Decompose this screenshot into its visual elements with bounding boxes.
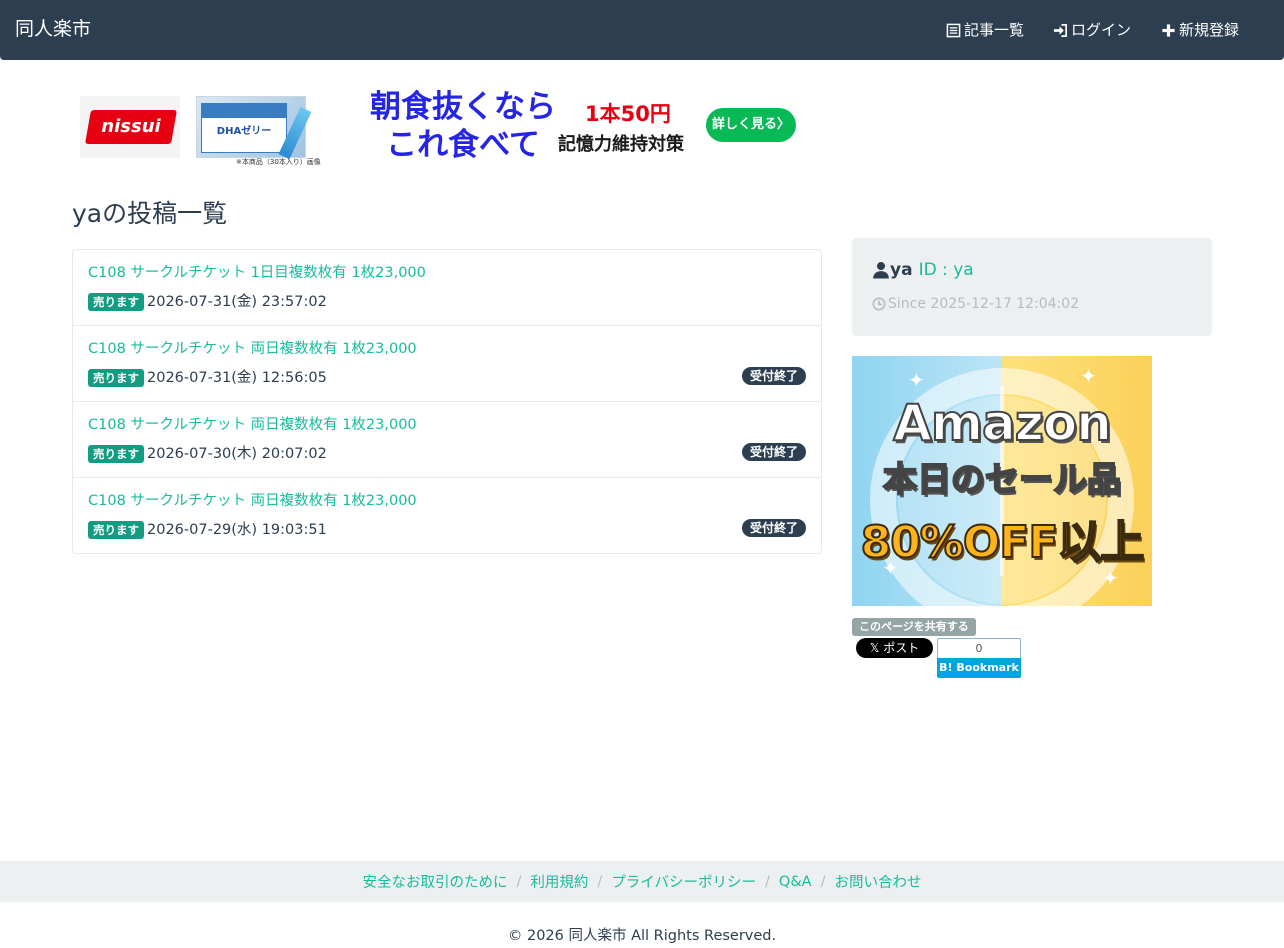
post-date: 2026-07-30(木) 20:07:02 xyxy=(147,446,327,462)
list-item: C108 サークルチケット 両日複数枚有 1枚23,000 売ります 2026-… xyxy=(73,402,821,478)
product-name: DHAゼリー xyxy=(216,126,272,137)
nav-register-label: 新規登録 xyxy=(1179,21,1240,39)
post-list: C108 サークルチケット 1日目複数枚有 1枚23,000 売ります 2026… xyxy=(72,249,822,554)
post-title-link[interactable]: C108 サークルチケット 両日複数枚有 1枚23,000 xyxy=(88,340,417,358)
footer-separator: / xyxy=(765,873,770,890)
log-in-icon xyxy=(1053,23,1067,37)
nav-login-label: ログイン xyxy=(1071,21,1132,39)
plus-icon xyxy=(1162,23,1175,37)
footer-link-terms[interactable]: 利用規約 xyxy=(530,871,588,892)
post-date: 2026-07-31(金) 23:57:02 xyxy=(147,294,327,310)
footer-link-qa[interactable]: Q&A xyxy=(779,874,812,890)
post-meta: 売ります 2026-07-31(金) 23:57:02 xyxy=(88,293,327,311)
product-package: DHAゼリー xyxy=(201,103,287,153)
clock-icon xyxy=(872,297,886,311)
page-title: yaの投稿一覧 xyxy=(72,199,228,228)
post-title-link[interactable]: C108 サークルチケット 両日複数枚有 1枚23,000 xyxy=(88,492,417,510)
product-image: DHAゼリー xyxy=(196,96,312,160)
hatena-bookmark-button[interactable]: B! Bookmark xyxy=(937,658,1021,678)
nissui-logo-text: nissui xyxy=(101,116,161,137)
nissui-logo-box: nissui xyxy=(80,96,180,158)
list-item: C108 サークルチケット 両日複数枚有 1枚23,000 売ります 2026-… xyxy=(73,478,821,553)
nav-article-list-label: 記事一覧 xyxy=(964,21,1025,39)
user-profile-panel: ya ID : ya Since 2025-12-17 12:04:02 xyxy=(852,238,1212,336)
sell-label: 売ります xyxy=(88,445,144,463)
sparkle-icon: ✦ xyxy=(908,368,925,392)
closed-status-badge: 受付終了 xyxy=(741,367,806,385)
profile-id-link[interactable]: ID : ya xyxy=(919,259,974,281)
site-brand-link[interactable]: 同人楽市 xyxy=(15,17,91,41)
post-date: 2026-07-31(金) 12:56:05 xyxy=(147,370,327,386)
post-meta: 売ります 2026-07-30(木) 20:07:02 xyxy=(88,445,327,463)
hatena-bookmark-count: 0 xyxy=(937,638,1021,658)
closed-status-badge: 受付終了 xyxy=(741,443,806,461)
amazon-ad-title: Amazon xyxy=(892,393,1113,453)
post-meta: 売ります 2026-07-29(水) 19:03:51 xyxy=(88,521,327,539)
nav-login[interactable]: ログイン xyxy=(1053,20,1131,40)
profile-since-row: Since 2025-12-17 12:04:02 xyxy=(872,295,1079,313)
amazon-ad-subtitle: 本日のセール品 xyxy=(882,459,1122,501)
sparkle-icon: ✦ xyxy=(1080,364,1097,388)
top-ad-banner[interactable]: nissui DHAゼリー ※本商品（30本入り）画像 朝食抜くなら これ食べて… xyxy=(80,88,798,166)
profile-username: ya xyxy=(890,260,913,280)
sell-label: 売ります xyxy=(88,369,144,387)
amazon-sale-ad[interactable]: ✦ ✦ ✦ ✦ Amazon 本日のセール品 80%OFF以上 xyxy=(852,356,1152,606)
closed-status-badge: 受付終了 xyxy=(741,519,806,537)
list-item: C108 サークルチケット 1日目複数枚有 1枚23,000 売ります 2026… xyxy=(73,250,821,326)
nissui-logo: nissui xyxy=(85,110,177,144)
ad-details-button[interactable]: 詳しく見る〉 xyxy=(706,108,796,142)
ad-price: 1本50円 xyxy=(585,102,671,126)
footer-link-safety[interactable]: 安全なお取引のために xyxy=(363,871,508,892)
profile-since-text: Since 2025-12-17 12:04:02 xyxy=(888,296,1080,312)
footer-separator: / xyxy=(516,873,522,890)
ad-subline: 記憶力維持対策 xyxy=(558,134,684,155)
ad-headline: 朝食抜くなら これ食べて xyxy=(370,89,556,163)
copyright-text: © 2026 同人楽市 All Rights Reserved. xyxy=(507,928,777,944)
footer-separator: / xyxy=(820,873,826,890)
footer-link-contact[interactable]: お問い合わせ xyxy=(834,871,921,892)
x-post-button[interactable]: 𝕏 ポスト xyxy=(856,638,933,658)
list-alt-icon xyxy=(946,23,961,37)
sell-label: 売ります xyxy=(88,293,144,311)
profile-name-row: ya ID : ya xyxy=(872,259,974,281)
post-title-link[interactable]: C108 サークルチケット 両日複数枚有 1枚23,000 xyxy=(88,416,417,434)
post-title-link[interactable]: C108 サークルチケット 1日目複数枚有 1枚23,000 xyxy=(88,264,426,282)
nav-register[interactable]: 新規登録 xyxy=(1161,20,1239,40)
post-meta: 売ります 2026-07-31(金) 12:56:05 xyxy=(88,369,327,387)
top-navbar: 同人楽市 記事一覧 ログイン 新規登録 xyxy=(0,0,1284,60)
post-date: 2026-07-29(水) 19:03:51 xyxy=(147,522,327,538)
hatena-bookmark-widget[interactable]: 0 B! Bookmark xyxy=(937,638,1021,678)
footer-separator: / xyxy=(597,873,603,890)
list-item: C108 サークルチケット 両日複数枚有 1枚23,000 売ります 2026-… xyxy=(73,326,821,402)
product-caption: ※本商品（30本入り）画像 xyxy=(236,158,321,166)
footer-link-privacy[interactable]: プライバシーポリシー xyxy=(611,871,756,892)
amazon-ad-discount: 80%OFF以上 xyxy=(860,516,1146,569)
footer-links: 安全なお取引のために / 利用規約 / プライバシーポリシー / Q&A / お… xyxy=(0,861,1284,902)
nav-article-list[interactable]: 記事一覧 xyxy=(946,20,1024,40)
share-label: このページを共有する xyxy=(852,618,976,636)
user-icon xyxy=(873,262,889,279)
sell-label: 売ります xyxy=(88,521,144,539)
